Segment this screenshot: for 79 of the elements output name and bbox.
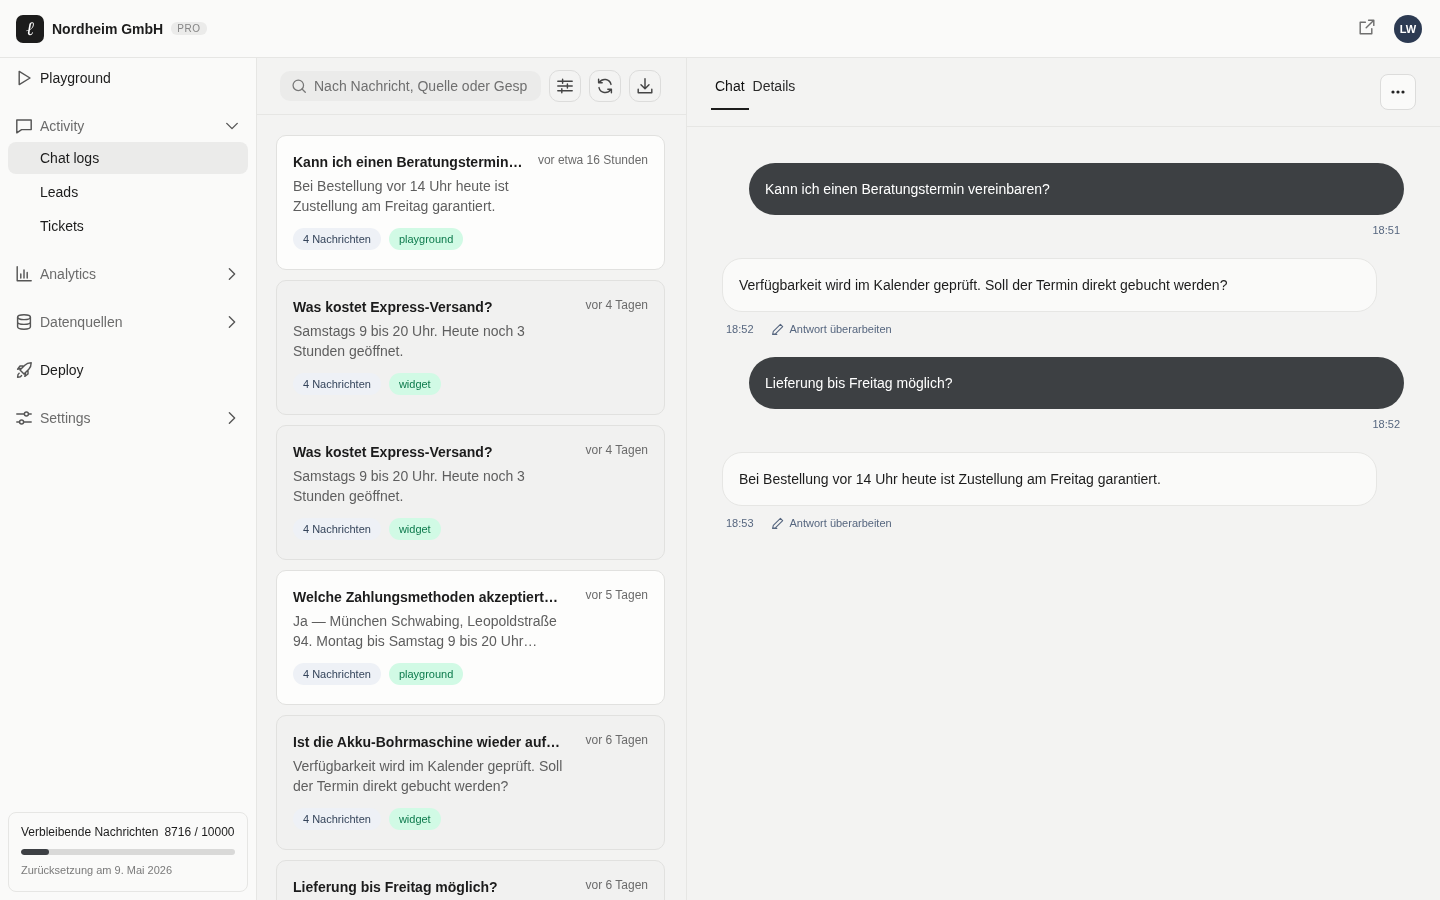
tab[interactable]: Details xyxy=(748,62,800,110)
source-tag: playground xyxy=(388,663,464,685)
message-count-badge: 4 Nachrichten xyxy=(293,373,381,395)
usage-label: Verbleibende Nachrichten xyxy=(21,825,159,839)
conversation-time: vor 6 Tagen xyxy=(585,732,648,748)
source-tag: widget xyxy=(388,518,441,540)
nav-group[interactable]: Settings xyxy=(8,402,248,434)
filter-button[interactable] xyxy=(549,70,581,102)
nav-item[interactable]: Chat logs xyxy=(8,142,248,174)
reset-date: Zurücksetzung am 9. Mai 2026 xyxy=(21,863,174,877)
conversation-preview: Bei Bestellung vor 14 Uhr heute ist Zustellung am Freitag garantiert. xyxy=(293,177,510,216)
conversation-card[interactable]: Lieferung bis Freitag möglich? vor 6 Tagen xyxy=(276,860,665,900)
conversation-preview: Samstags 9 bis 20 Uhr. Heute noch 3 Stunden geöffnet. xyxy=(293,322,526,361)
search-icon xyxy=(292,79,306,93)
source-tag: playground xyxy=(388,228,464,250)
assistant-message: Verfügbarkeit wird im Kalender geprüft. Soll der Termin direkt gebucht werden? xyxy=(722,258,1377,312)
message-time: 18:51 xyxy=(1372,223,1401,237)
assistant-message: Bei Bestellung vor 14 Uhr heute ist Zustellung am Freitag garantiert. xyxy=(722,452,1377,506)
pencil-icon xyxy=(771,517,784,529)
edit-reply-link[interactable]: Antwort überarbeiten xyxy=(771,516,892,530)
ellipsis-icon xyxy=(1391,90,1405,94)
database-icon xyxy=(16,314,32,330)
conversation-time: vor 4 Tagen xyxy=(585,297,648,313)
conversation-time: vor 6 Tagen xyxy=(585,877,648,893)
message-count-badge: 4 Nachrichten xyxy=(293,228,381,250)
edit-reply-link[interactable]: Antwort überarbeiten xyxy=(771,322,892,336)
message-time: 18:53 xyxy=(726,516,754,530)
conversation-title: Welche Zahlungsmethoden akzeptiert… xyxy=(293,588,558,607)
conversation-title: Kann ich einen Beratungstermin… xyxy=(293,153,523,172)
conversation-time: vor 4 Tagen xyxy=(585,442,648,458)
nav-item[interactable]: Leads xyxy=(8,176,248,208)
nav-item[interactable]: Tickets xyxy=(8,210,248,242)
play-icon xyxy=(16,70,32,86)
message-time: 18:52 xyxy=(726,322,754,336)
tab[interactable]: Chat xyxy=(711,62,749,110)
download-button[interactable] xyxy=(629,70,661,102)
source-tag: widget xyxy=(388,373,441,395)
conversation-time: vor etwa 16 Stunden xyxy=(537,152,648,168)
user-avatar[interactable]: LW xyxy=(1394,14,1422,43)
message-time: 18:52 xyxy=(1372,417,1401,431)
refresh-button[interactable] xyxy=(589,70,621,102)
nav-item[interactable]: Deploy xyxy=(8,354,248,386)
sliders-icon xyxy=(16,410,32,426)
nav-group[interactable]: Analytics xyxy=(8,258,248,290)
conversation-card[interactable]: Ist die Akku-Bohrmaschine wieder auf… vor 6 Tagen Verfügbarkeit wird im Kalender geprüft. Soll der Termin direkt gebucht werden? 4 Nachrichten widget xyxy=(276,715,665,850)
refresh-icon xyxy=(597,78,613,94)
search-field[interactable]: Nach Nachricht, Quelle oder Gesp xyxy=(280,71,541,101)
conversation-title: Was kostet Express-Versand? xyxy=(293,443,493,462)
user-message: Lieferung bis Freitag möglich? xyxy=(749,357,1404,409)
pencil-icon xyxy=(771,323,784,335)
download-icon xyxy=(637,78,653,94)
conversation-title: Was kostet Express-Versand? xyxy=(293,298,493,317)
conversation-time: vor 5 Tagen xyxy=(585,587,648,603)
conversation-card[interactable]: Was kostet Express-Versand? vor 4 Tagen Samstags 9 bis 20 Uhr. Heute noch 3 Stunden geöffnet. 4 Nachrichten widget xyxy=(276,280,665,415)
conversation-card[interactable]: Welche Zahlungsmethoden akzeptiert… vor 5 Tagen Ja — München Schwabing, Leopoldstraße 94. Montag bis Samstag 9 bis 20 Uhr… 4 Nachrichten playground xyxy=(276,570,665,705)
conversation-preview: Ja — München Schwabing, Leopoldstraße 94. Montag bis Samstag 9 bis 20 Uhr… xyxy=(293,612,558,651)
message-count-badge: 4 Nachrichten xyxy=(293,518,381,540)
conversation-card[interactable]: Kann ich einen Beratungstermin… vor etwa 16 Stunden Bei Bestellung vor 14 Uhr heute ist Zustellung am Freitag garantiert. 4 Nachrichten playground xyxy=(276,135,665,270)
plan-badge: PRO xyxy=(171,22,207,35)
source-tag: widget xyxy=(388,808,441,830)
conversation-title: Ist die Akku-Bohrmaschine wieder auf… xyxy=(293,733,561,752)
user-message: Kann ich einen Beratungstermin vereinbaren? xyxy=(749,163,1404,215)
nav-group[interactable]: Activity xyxy=(8,110,248,142)
company-name: Nordheim GmbH xyxy=(52,20,164,37)
sliders-icon xyxy=(557,78,573,94)
nav-item[interactable]: Playground xyxy=(8,62,248,94)
message-count-badge: 4 Nachrichten xyxy=(293,808,381,830)
nav-group[interactable]: Datenquellen xyxy=(8,306,248,338)
logo-mark: ℓ xyxy=(16,14,44,43)
conversation-card[interactable]: Was kostet Express-Versand? vor 4 Tagen Samstags 9 bis 20 Uhr. Heute noch 3 Stunden geöffnet. 4 Nachrichten widget xyxy=(276,425,665,560)
chat-bubble-icon xyxy=(16,118,32,134)
usage-count: 8716 / 10000 xyxy=(164,825,235,839)
conversation-preview: Verfügbarkeit wird im Kalender geprüft. Soll der Termin direkt gebucht werden? xyxy=(293,757,564,796)
conversation-title: Lieferung bis Freitag möglich? xyxy=(293,878,498,897)
message-count-badge: 4 Nachrichten xyxy=(293,663,381,685)
rocket-icon xyxy=(16,362,32,378)
bar-chart-icon xyxy=(16,266,32,282)
external-link-icon[interactable] xyxy=(1359,18,1375,35)
conversation-preview: Samstags 9 bis 20 Uhr. Heute noch 3 Stunden geöffnet. xyxy=(293,467,526,506)
